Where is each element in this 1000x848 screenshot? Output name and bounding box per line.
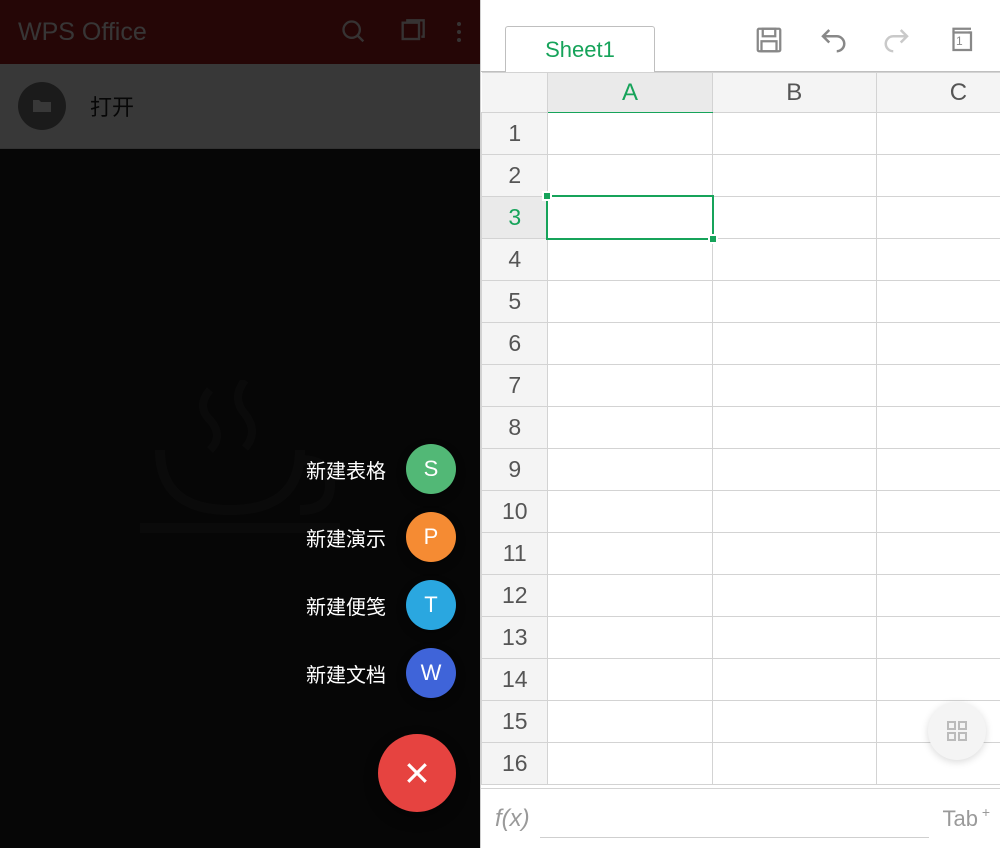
- new-presentation-item[interactable]: 新建演示 P: [306, 512, 456, 562]
- row-header-8[interactable]: 8: [482, 407, 548, 449]
- undo-icon[interactable]: [814, 21, 852, 59]
- cell-A8[interactable]: [548, 407, 712, 449]
- column-header-A[interactable]: A: [548, 73, 712, 113]
- cell-B2[interactable]: [712, 155, 876, 197]
- spreadsheet-grid[interactable]: A B C 12345678910111213141516: [481, 72, 1000, 785]
- fx-label[interactable]: f(x): [495, 805, 540, 833]
- cell-C5[interactable]: [876, 281, 1000, 323]
- grid-tools-button[interactable]: [928, 702, 986, 760]
- copies-icon[interactable]: 1: [942, 21, 980, 59]
- cell-C13[interactable]: [876, 617, 1000, 659]
- sheet-tab[interactable]: Sheet1: [505, 26, 655, 72]
- cell-C3[interactable]: [876, 197, 1000, 239]
- document-icon: W: [406, 648, 456, 698]
- cell-A4[interactable]: [548, 239, 712, 281]
- spreadsheet-toolbar: Sheet1 1: [481, 0, 1000, 72]
- row-header-3[interactable]: 3: [482, 197, 548, 239]
- row-header-6[interactable]: 6: [482, 323, 548, 365]
- cell-C12[interactable]: [876, 575, 1000, 617]
- copies-badge: 1: [956, 34, 963, 48]
- fab-label: 新建表格: [306, 455, 386, 484]
- row-header-10[interactable]: 10: [482, 491, 548, 533]
- cell-B10[interactable]: [712, 491, 876, 533]
- cell-C9[interactable]: [876, 449, 1000, 491]
- cell-A14[interactable]: [548, 659, 712, 701]
- cell-A9[interactable]: [548, 449, 712, 491]
- column-header-B[interactable]: B: [712, 73, 876, 113]
- cell-B12[interactable]: [712, 575, 876, 617]
- cell-C14[interactable]: [876, 659, 1000, 701]
- new-document-item[interactable]: 新建文档 W: [306, 648, 456, 698]
- cell-B11[interactable]: [712, 533, 876, 575]
- cell-A10[interactable]: [548, 491, 712, 533]
- cell-A6[interactable]: [548, 323, 712, 365]
- cell-A3[interactable]: [548, 197, 712, 239]
- row-header-13[interactable]: 13: [482, 617, 548, 659]
- row-header-7[interactable]: 7: [482, 365, 548, 407]
- cell-C4[interactable]: [876, 239, 1000, 281]
- tab-key-button[interactable]: Tab+: [943, 806, 986, 832]
- row-header-11[interactable]: 11: [482, 533, 548, 575]
- cell-B16[interactable]: [712, 743, 876, 785]
- cell-A13[interactable]: [548, 617, 712, 659]
- spreadsheet-panel: Sheet1 1 A B C: [480, 0, 1000, 848]
- fab-label: 新建便笺: [306, 591, 386, 620]
- row-header-14[interactable]: 14: [482, 659, 548, 701]
- row-header-4[interactable]: 4: [482, 239, 548, 281]
- cell-A16[interactable]: [548, 743, 712, 785]
- note-icon: T: [406, 580, 456, 630]
- redo-icon[interactable]: [878, 21, 916, 59]
- fab-label: 新建演示: [306, 523, 386, 552]
- spreadsheet-icon: S: [406, 444, 456, 494]
- cell-C10[interactable]: [876, 491, 1000, 533]
- select-all-corner[interactable]: [482, 73, 548, 113]
- formula-bar: f(x) Tab+: [481, 788, 1000, 848]
- row-header-16[interactable]: 16: [482, 743, 548, 785]
- column-header-C[interactable]: C: [876, 73, 1000, 113]
- cell-C6[interactable]: [876, 323, 1000, 365]
- cell-B5[interactable]: [712, 281, 876, 323]
- row-header-2[interactable]: 2: [482, 155, 548, 197]
- row-header-15[interactable]: 15: [482, 701, 548, 743]
- formula-input[interactable]: [540, 836, 929, 838]
- cell-A11[interactable]: [548, 533, 712, 575]
- cell-B8[interactable]: [712, 407, 876, 449]
- cell-A12[interactable]: [548, 575, 712, 617]
- new-document-menu: 新建表格 S 新建演示 P 新建便笺 T 新建文档 W: [306, 444, 456, 812]
- new-spreadsheet-item[interactable]: 新建表格 S: [306, 444, 456, 494]
- cell-B3[interactable]: [712, 197, 876, 239]
- cell-B4[interactable]: [712, 239, 876, 281]
- cell-C1[interactable]: [876, 113, 1000, 155]
- cell-A7[interactable]: [548, 365, 712, 407]
- cell-C11[interactable]: [876, 533, 1000, 575]
- cell-B6[interactable]: [712, 323, 876, 365]
- save-icon[interactable]: [750, 21, 788, 59]
- cell-C2[interactable]: [876, 155, 1000, 197]
- cell-B14[interactable]: [712, 659, 876, 701]
- row-header-5[interactable]: 5: [482, 281, 548, 323]
- close-menu-button[interactable]: [378, 734, 456, 812]
- presentation-icon: P: [406, 512, 456, 562]
- row-header-9[interactable]: 9: [482, 449, 548, 491]
- cell-A2[interactable]: [548, 155, 712, 197]
- row-header-1[interactable]: 1: [482, 113, 548, 155]
- cell-C8[interactable]: [876, 407, 1000, 449]
- cell-B1[interactable]: [712, 113, 876, 155]
- cell-A15[interactable]: [548, 701, 712, 743]
- cell-C7[interactable]: [876, 365, 1000, 407]
- cell-A1[interactable]: [548, 113, 712, 155]
- cell-B15[interactable]: [712, 701, 876, 743]
- fab-label: 新建文档: [306, 659, 386, 688]
- cell-A5[interactable]: [548, 281, 712, 323]
- cell-B7[interactable]: [712, 365, 876, 407]
- row-header-12[interactable]: 12: [482, 575, 548, 617]
- cell-B9[interactable]: [712, 449, 876, 491]
- wps-home-panel: WPS Office 打开 新建表格 S: [0, 0, 480, 848]
- new-note-item[interactable]: 新建便笺 T: [306, 580, 456, 630]
- cell-B13[interactable]: [712, 617, 876, 659]
